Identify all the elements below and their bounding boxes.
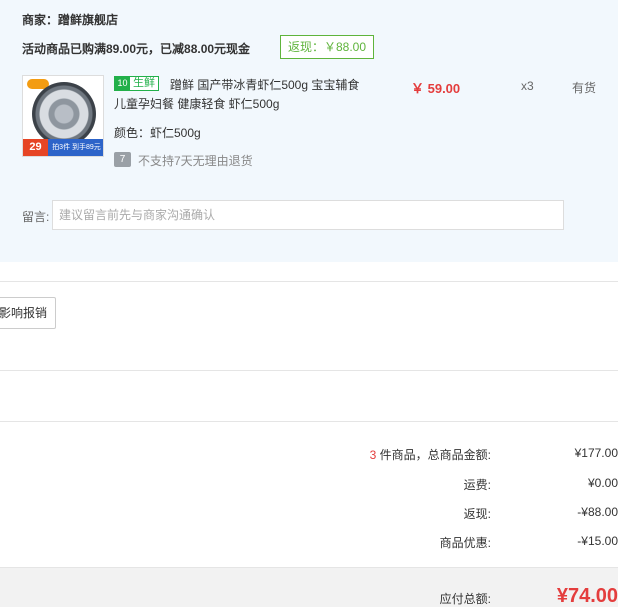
goods-label-text: 件商品，总商品金额: — [376, 448, 491, 462]
remark-label: 留言: — [22, 210, 50, 224]
divider — [0, 281, 618, 282]
shipping-label: 运费: — [463, 478, 491, 492]
shipping-amount: ¥0.00 — [587, 476, 618, 490]
summary-discount-row: 商品优惠: -¥15.00 — [0, 534, 618, 552]
summary-cashback-row: 返现: -¥88.00 — [0, 505, 618, 523]
summary-shipping-row: 运费: ¥0.00 — [0, 476, 618, 494]
shrimp-plate-image — [32, 82, 96, 146]
promo-text: 活动商品已购满89.00元，已减88.00元现金 — [22, 42, 251, 56]
quantity: x3 — [521, 79, 534, 93]
thumbnail-promo-strip: 拍3件 到手89元 — [48, 139, 103, 156]
divider — [0, 421, 618, 422]
total-bar: 应付总额: ¥74.00 — [0, 567, 618, 607]
stock-status: 有货 — [572, 81, 597, 95]
product-spec: 颜色：虾仁500g — [114, 126, 201, 140]
cashback-label: 返现: — [463, 507, 491, 521]
shop-order-panel: 商家：蹭鲜旗舰店 活动商品已购满89.00元，已减88.00元现金 返现：￥88… — [0, 0, 618, 262]
summary-goods-row: 3 件商品，总商品金额: ¥177.00 — [0, 446, 618, 464]
unit-price: ￥ 59.00 — [411, 81, 461, 96]
remark-input[interactable] — [52, 200, 564, 230]
rebate-badge: 返现：￥88.00 — [280, 35, 374, 59]
shop-name[interactable]: 商家：蹭鲜旗舰店 — [22, 11, 118, 28]
no-return-icon: 7 — [114, 152, 131, 167]
fresh-icon: 10 — [115, 77, 130, 90]
discount-label: 商品优惠: — [439, 536, 491, 550]
divider — [0, 370, 618, 371]
total-label: 应付总额: — [439, 592, 491, 606]
thumbnail-price: 29 — [23, 139, 48, 156]
discount-amount: -¥15.00 — [577, 534, 618, 548]
product-thumbnail[interactable]: 29 拍3件 到手89元 — [22, 75, 104, 157]
return-policy-text: 不支持7天无理由退货 — [138, 154, 253, 168]
goods-total-label: 3 件商品，总商品金额: — [370, 446, 491, 463]
cashback-amount: -¥88.00 — [577, 505, 618, 519]
fresh-badge: 10 生鲜 — [114, 76, 159, 91]
goods-total-amount: ¥177.00 — [574, 446, 618, 460]
reimburse-button[interactable]: 影响报销 — [0, 297, 56, 329]
fresh-label: 生鲜 — [130, 77, 158, 90]
total-amount: ¥74.00 — [556, 585, 618, 607]
